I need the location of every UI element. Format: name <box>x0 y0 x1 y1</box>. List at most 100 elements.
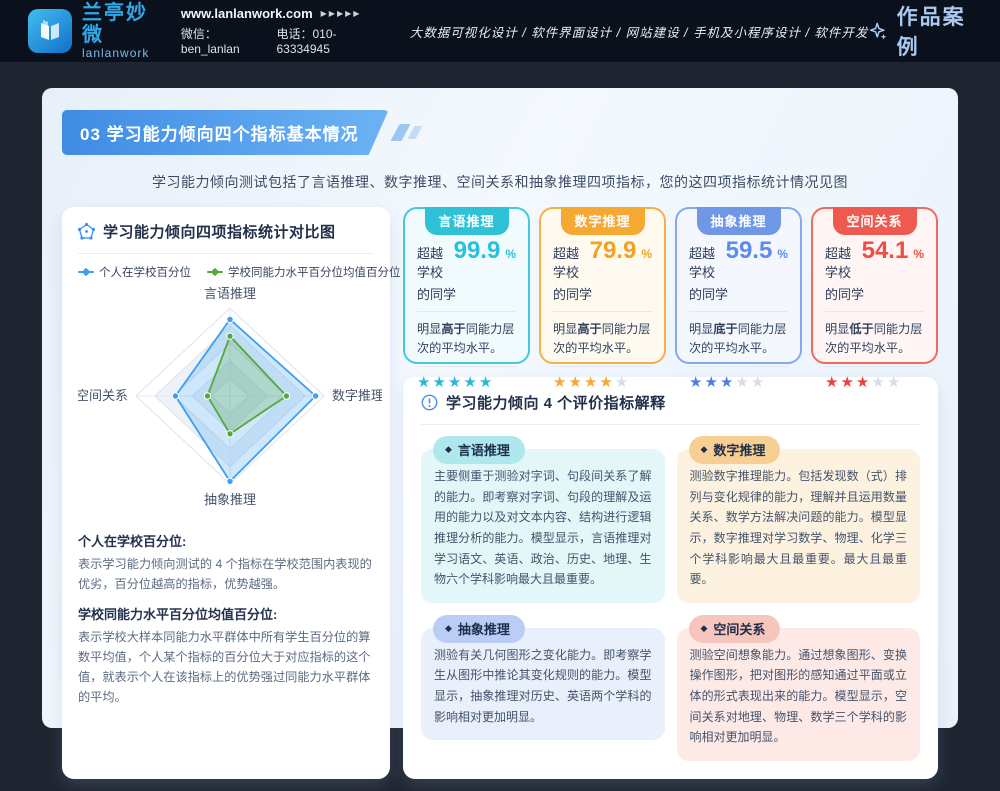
metric-card-badge: 抽象推理 <box>696 207 780 235</box>
explain-card-spatial: ◆空间关系 测验空间想象能力。通过想象图形、变换操作图形，把对图形的感知通过平面… <box>677 628 921 761</box>
metric-verdict: 明显底于同能力层次的平均水平。 <box>689 320 788 358</box>
star-icon: ★ <box>871 374 886 391</box>
star-icon: ★ <box>887 374 902 391</box>
star-icon: ★ <box>448 374 463 391</box>
star-icon: ★ <box>432 374 447 391</box>
section-subtitle: 学习能力倾向测试包括了言语推理、数字推理、空间关系和抽象推理四项指标，您的这四项… <box>62 172 938 192</box>
star-icon: ★ <box>720 374 735 391</box>
metric-cards-row: 言语推理 超越学校 99.9 % 的同学 明显高于同能力层次的平均水平。 ★★★… <box>403 207 938 364</box>
explain-badge: ◆空间关系 <box>689 615 781 643</box>
legend-marker-icon <box>78 271 94 273</box>
divider <box>825 366 924 367</box>
metric-verdict: 明显高于同能力层次的平均水平。 <box>553 320 652 358</box>
diamond-icon: ◆ <box>701 623 708 634</box>
metric-card-spatial: 空间关系 超越学校 54.1 % 的同学 明显低于同能力层次的平均水平。 ★★★… <box>811 207 938 364</box>
right-column: 言语推理 超越学校 99.9 % 的同学 明显高于同能力层次的平均水平。 ★★★… <box>403 207 938 779</box>
star-rating: ★★★★★ <box>553 375 652 392</box>
svg-text:抽象推理: 抽象推理 <box>204 492 256 507</box>
star-icon: ★ <box>417 374 432 391</box>
brand-logo-icon[interactable] <box>28 9 72 53</box>
explain-card-numeric: ◆数字推理 测验数字推理能力。包括发现数（式）排列与变化规律的能力，理解并且运用… <box>677 449 921 603</box>
explain-panel: 学习能力倾向 4 个评价指标解释 ◆言语推理 主要侧重于测验对字词、句段间关系了… <box>403 377 938 779</box>
star-rating: ★★★★★ <box>417 375 516 392</box>
explain-text: 主要侧重于测验对字词、句段间关系了解的能力。即考察对字词、句段的理解及运用的能力… <box>434 466 652 590</box>
header-contact: www.lanlanwork.com ▶▶▶▶▶ 微信：ben_lanlan 电… <box>181 6 372 56</box>
definition-term: 个人在学校百分位: <box>78 531 374 550</box>
explain-card-verbal: ◆言语推理 主要侧重于测验对字词、句段间关系了解的能力。即考察对字词、句段的理解… <box>421 449 665 603</box>
definitions: 个人在学校百分位: 表示学习能力倾向测试的 4 个指标在学校范围内表现的优劣，百… <box>78 531 374 708</box>
explain-text: 测验空间想象能力。通过想象图形、变换操作图形，把对图形的感知通过平面或立体的形式… <box>690 645 908 748</box>
divider <box>421 424 920 425</box>
radar-legend: 个人在学校百分位学校同能力水平百分位均值百分位 <box>78 264 374 280</box>
diamond-icon: ◆ <box>445 444 452 455</box>
metric-card-numeric: 数字推理 超越学校 79.9 % 的同学 明显高于同能力层次的平均水平。 ★★★… <box>539 207 666 364</box>
metric-verdict: 明显高于同能力层次的平均水平。 <box>417 320 516 358</box>
legend-marker-icon <box>207 271 223 273</box>
metric-card-verbal: 言语推理 超越学校 99.9 % 的同学 明显高于同能力层次的平均水平。 ★★★… <box>403 207 530 364</box>
radar-panel-title: 学习能力倾向四项指标统计对比图 <box>103 221 336 242</box>
metric-prefix: 超越学校 <box>689 243 721 281</box>
legend-item[interactable]: 个人在学校百分位 <box>78 264 191 280</box>
wechat-label: 微信：ben_lanlan <box>181 25 261 56</box>
explain-badge: ◆数字推理 <box>689 436 781 464</box>
explain-badge: ◆抽象推理 <box>433 615 525 643</box>
metric-unit: % <box>913 247 924 261</box>
explain-panel-title: 学习能力倾向 4 个评价指标解释 <box>446 392 666 413</box>
star-icon: ★ <box>463 374 478 391</box>
star-icon: ★ <box>825 374 840 391</box>
star-icon: ★ <box>479 374 494 391</box>
metric-unit: % <box>777 247 788 261</box>
definition-term: 学校同能力水平百分位均值百分位: <box>78 604 374 623</box>
metric-card-badge: 言语推理 <box>424 207 508 235</box>
star-icon: ★ <box>599 374 614 391</box>
star-icon: ★ <box>856 374 871 391</box>
divider <box>417 311 516 312</box>
section-banner-row: 03 学习能力倾向四个指标基本情况 <box>62 110 938 155</box>
divider <box>553 311 652 312</box>
metric-prefix: 超越学校 <box>825 243 857 281</box>
explain-card-abstract: ◆抽象推理 测验有关几何图形之变化能力。即考察学生从图形中推论其变化规则的能力。… <box>421 628 665 741</box>
star-icon: ★ <box>615 374 630 391</box>
info-icon <box>421 394 438 411</box>
explain-text: 测验数字推理能力。包括发现数（式）排列与变化规律的能力，理解并且运用数量关系、数… <box>690 466 908 590</box>
explain-grid: ◆言语推理 主要侧重于测验对字词、句段间关系了解的能力。即考察对字词、句段的理解… <box>421 449 920 761</box>
services-list: 大数据可视化设计 / 软件界面设计 / 网站建设 / 手机及小程序设计 / 软件… <box>410 22 869 41</box>
metric-suffix: 的同学 <box>553 284 652 303</box>
brand-name-cn: 兰亭妙微 <box>82 2 157 46</box>
metric-value: 59.5 <box>726 239 773 263</box>
banner-slash-decor <box>407 126 422 139</box>
divider <box>689 366 788 367</box>
diamond-icon: ◆ <box>445 623 452 634</box>
divider <box>825 311 924 312</box>
divider <box>553 366 652 367</box>
book-icon <box>36 17 64 45</box>
definition-desc: 表示学习能力倾向测试的 4 个指标在学校范围内表现的优劣，百分位越高的指标，优势… <box>78 554 374 595</box>
definition-desc: 表示学校大样本同能力水平群体中所有学生百分位的算数平均值，个人某个指标的百分位大… <box>78 627 374 708</box>
star-icon: ★ <box>584 374 599 391</box>
brand-names: 兰亭妙微 lanlanwork <box>82 2 157 60</box>
star-icon: ★ <box>735 374 750 391</box>
star-icon: ★ <box>553 374 568 391</box>
star-icon: ★ <box>568 374 583 391</box>
divider <box>417 366 516 367</box>
star-icon: ★ <box>704 374 719 391</box>
metric-card-abstract: 抽象推理 超越学校 59.5 % 的同学 明显底于同能力层次的平均水平。 ★★★… <box>675 207 802 364</box>
radar-chart-icon <box>78 223 95 240</box>
star-icon: ★ <box>751 374 766 391</box>
explain-badge: ◆言语推理 <box>433 436 525 464</box>
divider <box>78 253 374 254</box>
metric-prefix: 超越学校 <box>417 243 449 281</box>
svg-text:空间关系: 空间关系 <box>78 388 128 403</box>
report-board: 03 学习能力倾向四个指标基本情况 学习能力倾向测试包括了言语推理、数字推理、空… <box>42 88 958 728</box>
metric-card-badge: 空间关系 <box>832 207 916 235</box>
section-title-banner: 03 学习能力倾向四个指标基本情况 <box>62 110 389 155</box>
portfolio-link[interactable]: 作品案例 <box>868 1 974 61</box>
metric-suffix: 的同学 <box>825 284 924 303</box>
legend-item[interactable]: 学校同能力水平百分位均值百分位 <box>207 264 401 280</box>
star-rating: ★★★★★ <box>825 375 924 392</box>
website-link[interactable]: www.lanlanwork.com <box>181 6 313 21</box>
diamond-icon: ◆ <box>701 444 708 455</box>
site-header: 兰亭妙微 lanlanwork www.lanlanwork.com ▶▶▶▶▶… <box>0 0 1000 62</box>
metric-unit: % <box>641 247 652 261</box>
metric-verdict: 明显低于同能力层次的平均水平。 <box>825 320 924 358</box>
